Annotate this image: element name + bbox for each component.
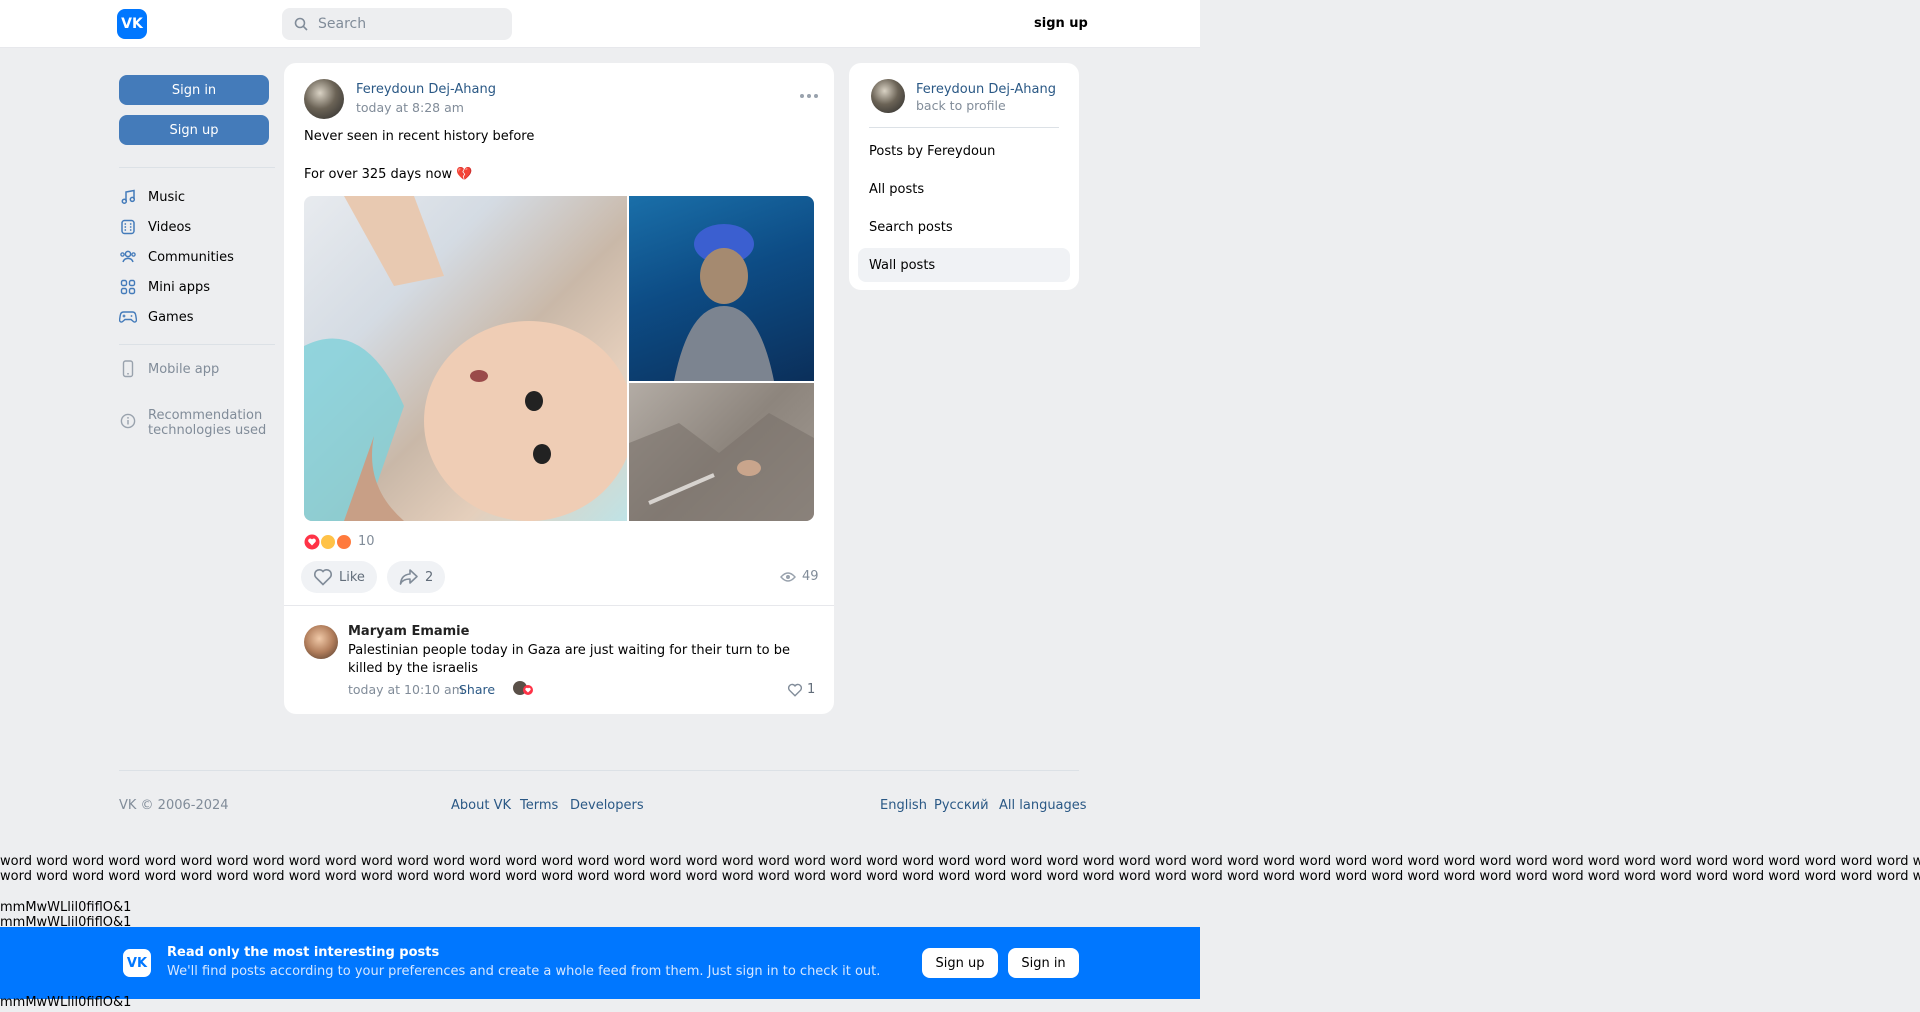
post-divider [284, 605, 834, 606]
sign-up-button[interactable]: Sign up [119, 115, 269, 145]
profile-name[interactable]: Fereydoun Dej-Ahang [916, 82, 1056, 97]
sidebar-item-label: Mini apps [148, 279, 211, 295]
footer-developers-link[interactable]: Developers [570, 798, 644, 813]
post-photo-rubble[interactable] [629, 383, 814, 521]
comment-share-link[interactable]: Share [459, 682, 495, 697]
sidebar-item-label: Games [148, 309, 194, 325]
vk-logo: VK [123, 949, 151, 977]
sidebar-item-label: Communities [148, 249, 234, 265]
footer-terms-link[interactable]: Terms [520, 798, 558, 813]
nav-posts-by-author[interactable]: Posts by Fereydoun [858, 134, 1070, 168]
views-counter: 49 [780, 569, 819, 584]
panel-divider [869, 127, 1059, 128]
footer-language-russian[interactable]: Русский [934, 798, 989, 813]
search-input[interactable]: Search [282, 8, 512, 40]
comment-text: Palestinian people today in Gaza are jus… [348, 643, 790, 676]
music-note-icon [119, 188, 137, 206]
like-label: Like [339, 569, 365, 585]
header-signup-link[interactable]: sign up [1034, 16, 1088, 31]
footer-language-english[interactable]: English [880, 798, 927, 813]
post-timestamp[interactable]: today at 8:28 am [356, 100, 464, 115]
author-avatar[interactable] [304, 79, 344, 119]
views-count: 49 [802, 569, 819, 584]
sidebar-item-games[interactable]: Games [119, 305, 193, 329]
reactions-count: 10 [358, 534, 375, 549]
comment-like-button[interactable]: 1 [787, 682, 815, 697]
people-icon [119, 248, 137, 266]
comment-like-count: 1 [807, 682, 816, 697]
sidebar-item-communities[interactable]: Communities [119, 245, 234, 269]
test-glyph-line: mmMwWLlil0fiflO&1 [0, 900, 132, 915]
footer-about-link[interactable]: About VK [451, 798, 511, 813]
post-author-name[interactable]: Fereydoun Dej-Ahang [356, 82, 496, 97]
sign-in-promo-banner: VK Read only the most interesting posts … [0, 927, 1200, 999]
back-to-profile-link[interactable]: back to profile [916, 98, 1006, 113]
share-arrow-icon [399, 569, 418, 585]
footer-divider [119, 770, 1079, 771]
banner-sign-up-button[interactable]: Sign up [922, 948, 998, 978]
video-film-icon [119, 218, 137, 236]
nav-search-posts[interactable]: Search posts [858, 210, 1070, 244]
banner-title: Read only the most interesting posts [167, 945, 440, 960]
sidebar-item-music[interactable]: Music [119, 185, 185, 209]
sidebar-item-label: Recommendation technologies used [148, 408, 267, 438]
post-photo-elderly-woman[interactable] [629, 196, 814, 381]
test-word-line: word word word word word word word word … [0, 854, 1920, 869]
share-button[interactable]: 2 [387, 561, 446, 593]
eye-icon [780, 571, 796, 582]
grid-apps-icon [119, 278, 137, 296]
heart-icon [313, 569, 333, 586]
sidebar-item-recommendation[interactable]: Recommendation technologies used [119, 408, 268, 438]
banner-sign-in-button[interactable]: Sign in [1008, 948, 1079, 978]
post-photo-baby[interactable] [304, 196, 627, 521]
footer-copyright: VK © 2006-2024 [119, 798, 229, 813]
phone-icon [119, 360, 137, 378]
like-button[interactable]: Like [301, 561, 377, 593]
test-word-line: word word word word word word word word … [0, 869, 1920, 884]
comment-author[interactable]: Maryam Emamie [348, 624, 469, 639]
sidebar-item-mini-apps[interactable]: Mini apps [119, 275, 210, 299]
heart-icon [787, 683, 803, 697]
nav-wall-posts[interactable]: Wall posts [858, 248, 1070, 282]
info-circle-icon [119, 412, 137, 430]
search-placeholder: Search [318, 16, 367, 32]
profile-avatar[interactable] [871, 79, 905, 113]
comment-timestamp[interactable]: today at 10:10 am [348, 682, 464, 697]
sidebar-item-label: Mobile app [148, 361, 220, 377]
sidebar-item-mobile-app[interactable]: Mobile app [119, 357, 219, 381]
sidebar-divider [119, 344, 275, 345]
vk-logo[interactable]: VK [117, 9, 147, 39]
search-icon [294, 17, 308, 31]
post-text-line: Never seen in recent history before [304, 129, 535, 144]
comment-reaction-avatars[interactable] [512, 679, 538, 697]
sidebar-item-videos[interactable]: Videos [119, 215, 191, 239]
sidebar-item-label: Music [148, 189, 185, 205]
sidebar-divider [119, 167, 275, 168]
post-text-line: For over 325 days now 💔 [304, 167, 473, 182]
reactions-icons[interactable] [304, 533, 354, 551]
sidebar-item-label: Videos [148, 219, 192, 235]
commenter-avatar[interactable] [304, 625, 338, 659]
share-count: 2 [425, 569, 434, 585]
nav-all-posts[interactable]: All posts [858, 172, 1070, 206]
sign-in-button[interactable]: Sign in [119, 75, 269, 105]
post-card: Fereydoun Dej-Ahang today at 8:28 am Nev… [284, 63, 834, 714]
top-header: VK Search sign up [0, 0, 1200, 48]
gamepad-icon [119, 308, 137, 326]
banner-subtitle: We'll find posts according to your prefe… [167, 964, 881, 979]
footer-all-languages[interactable]: All languages [999, 798, 1087, 813]
more-options-icon[interactable] [799, 88, 819, 98]
test-glyph-line: mmMwWLlil0fiflO&1 [0, 995, 132, 1010]
